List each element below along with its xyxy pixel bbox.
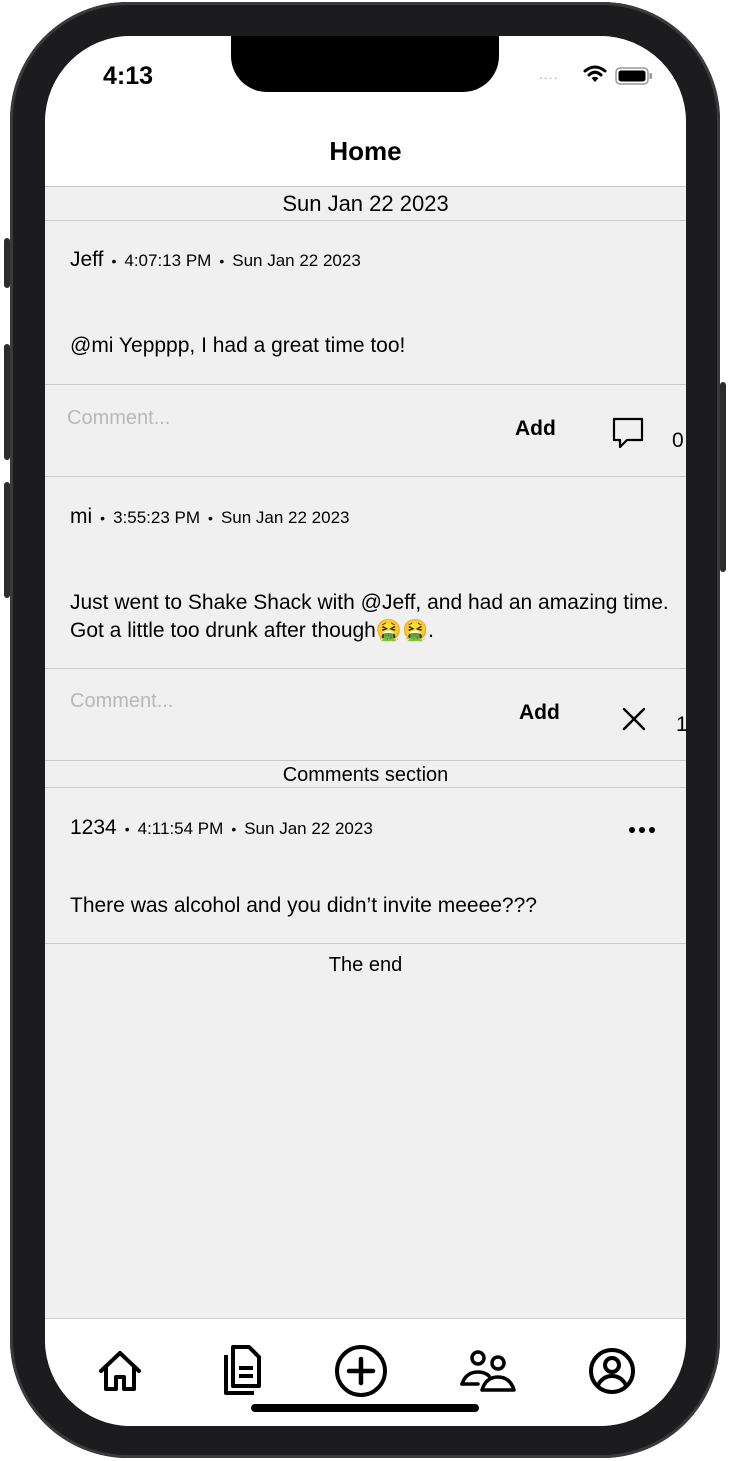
meta-separator: • [100,510,106,526]
comment-input[interactable] [70,687,470,715]
date-section-header: Sun Jan 22 2023 [45,187,686,221]
signal-icon: .... [539,66,559,82]
end-label: The end [328,954,403,976]
comment-input[interactable] [67,404,467,432]
tab-home[interactable] [90,1341,150,1401]
comments-section-header: Comments section [45,760,686,788]
notch [231,36,499,92]
tab-profile[interactable] [582,1341,642,1401]
volume-up-button [4,344,10,460]
meta-separator: • [219,253,225,269]
page-title: Home [329,136,402,166]
nav-header: Home [45,114,686,187]
documents-icon [224,1345,261,1395]
status-time: 4:13 [103,62,154,90]
home-icon [99,1351,141,1391]
wifi-icon [583,64,607,89]
post-meta: mi • 3:55:23 PM • Sun Jan 22 2023 [70,505,350,529]
screen: 4:13 .... Home Sun Jan 22 2023 Jeff • 4:07… [45,36,686,1426]
post-author[interactable]: mi [70,505,92,528]
comment-author[interactable]: 1234 [70,816,117,839]
post-meta: Jeff • 4:07:13 PM • Sun Jan 22 2023 [70,248,361,272]
divider [45,384,686,385]
status-bar: 4:13 .... [45,36,686,114]
post-date: Sun Jan 22 2023 [220,508,350,527]
tab-people[interactable] [458,1341,518,1401]
meta-separator: • [111,253,117,269]
comment-count: 1 [676,713,686,736]
tab-documents[interactable] [211,1341,271,1401]
post-body: Just went to Shake Shack with @Jeff, and… [70,591,669,642]
comment-time: 4:11:54 PM [137,819,224,838]
meta-separator: • [231,821,237,837]
post-author[interactable]: Jeff [70,248,103,271]
people-icon [460,1350,516,1392]
more-icon[interactable] [627,822,657,841]
volume-down-button [4,482,10,598]
comment-body: There was alcohol and you didn’t invite … [70,894,537,917]
mute-switch [4,238,10,288]
comments-section-label: Comments section [282,764,449,786]
comment-bubble-icon[interactable] [611,416,645,453]
date-section-label: Sun Jan 22 2023 [282,191,449,216]
tab-add[interactable] [331,1341,391,1401]
power-button [720,382,726,572]
battery-icon [615,67,653,90]
add-comment-button[interactable]: Add [519,701,560,725]
divider [45,476,686,477]
divider [45,943,686,944]
profile-icon [589,1348,635,1394]
comment-meta: 1234 • 4:11:54 PM • Sun Jan 22 2023 [70,816,373,840]
comment-count: 0 [672,429,684,452]
comment-date: Sun Jan 22 2023 [244,819,373,838]
post-date: Sun Jan 22 2023 [232,251,361,270]
close-icon[interactable] [621,706,647,735]
meta-separator: • [208,510,213,526]
divider [45,668,686,669]
post-time: 3:55:23 PM [113,508,201,527]
add-circle-icon [335,1345,387,1397]
post-time: 4:07:13 PM [124,251,212,270]
post-body: @mi Yepppp, I had a great time too! [70,334,406,357]
add-comment-button[interactable]: Add [515,417,556,441]
meta-separator: • [124,821,130,837]
home-indicator[interactable] [251,1404,479,1412]
